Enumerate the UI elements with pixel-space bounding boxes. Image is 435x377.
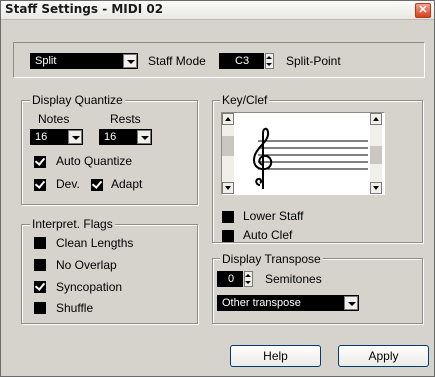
auto-clef-label: Auto Clef [243,228,293,242]
auto-quantize-checkbox[interactable] [34,156,46,168]
display-transpose-group [212,258,423,324]
rests-select[interactable]: 16 [99,129,152,145]
lower-staff-label: Lower Staff [243,209,304,223]
interpret-flags-title: Interpret. Flags [30,217,115,231]
display-quantize-title: Display Quantize [30,93,125,107]
syncopation-checkbox[interactable] [34,281,46,293]
rests-value: 16 [104,131,117,143]
dev-label: Dev. [56,177,80,191]
scroll-up-icon[interactable] [370,113,382,125]
staff-mode-label: Staff Mode [148,54,206,68]
scroll-down-icon[interactable] [222,182,234,194]
dev-checkbox[interactable] [34,179,46,191]
no-overlap-label: No Overlap [56,258,117,272]
transpose-preset-value: Other transpose [222,297,301,309]
key-scroll-thumb[interactable] [222,136,234,156]
chevron-down-icon[interactable] [68,130,82,144]
close-button[interactable]: ✕ [415,3,431,18]
key-clef-title: Key/Clef [220,93,270,107]
window-title: Staff Settings - MIDI 02 [5,2,164,16]
close-icon: ✕ [418,4,428,16]
staff-settings-dialog: Staff Settings - MIDI 02 ✕ Split Staff M… [0,0,435,377]
semitones-spinner[interactable] [244,271,253,287]
notes-select[interactable]: 16 [30,129,83,145]
shuffle-label: Shuffle [56,301,94,315]
scroll-up-icon[interactable] [222,113,234,125]
adapt-label: Adapt [111,177,143,191]
notes-value: 16 [35,131,48,143]
semitones-label: Semitones [265,272,322,286]
help-button[interactable]: Help [230,345,321,367]
clean-lengths-label: Clean Lengths [56,236,134,250]
clef-scrollbar[interactable] [370,113,382,194]
title-bar[interactable]: Staff Settings - MIDI 02 ✕ [1,1,434,20]
adapt-checkbox[interactable] [91,179,103,191]
clean-lengths-checkbox[interactable] [34,237,46,249]
split-point-spinner[interactable] [265,53,274,69]
scroll-down-icon[interactable] [370,182,382,194]
key-clef-display[interactable] [221,112,385,195]
rests-label: Rests [110,112,141,126]
key-scrollbar[interactable] [222,113,234,194]
semitones-value: 0 [228,273,235,285]
staff-mode-select[interactable]: Split [30,53,138,69]
chevron-down-icon[interactable] [123,54,137,68]
lower-staff-checkbox[interactable] [222,211,234,223]
display-transpose-title: Display Transpose [220,252,323,266]
apply-button[interactable]: Apply [338,345,429,367]
transpose-preset-select[interactable]: Other transpose [217,295,359,311]
staff-preview [252,127,368,189]
clef-scroll-thumb[interactable] [370,146,382,164]
split-point-value: C3 [235,55,250,67]
syncopation-label: Syncopation [56,280,123,294]
split-point-label: Split-Point [286,54,341,68]
shuffle-checkbox[interactable] [34,302,46,314]
semitones-field[interactable]: 0 [217,271,243,287]
chevron-down-icon[interactable] [137,130,151,144]
no-overlap-checkbox[interactable] [34,259,46,271]
auto-clef-checkbox[interactable] [222,230,234,242]
split-point-field[interactable]: C3 [219,53,264,69]
auto-quantize-label: Auto Quantize [56,154,133,168]
staff-mode-value: Split [35,55,57,67]
notes-label: Notes [38,112,70,126]
chevron-down-icon[interactable] [344,296,358,310]
treble-clef-icon [252,127,273,189]
